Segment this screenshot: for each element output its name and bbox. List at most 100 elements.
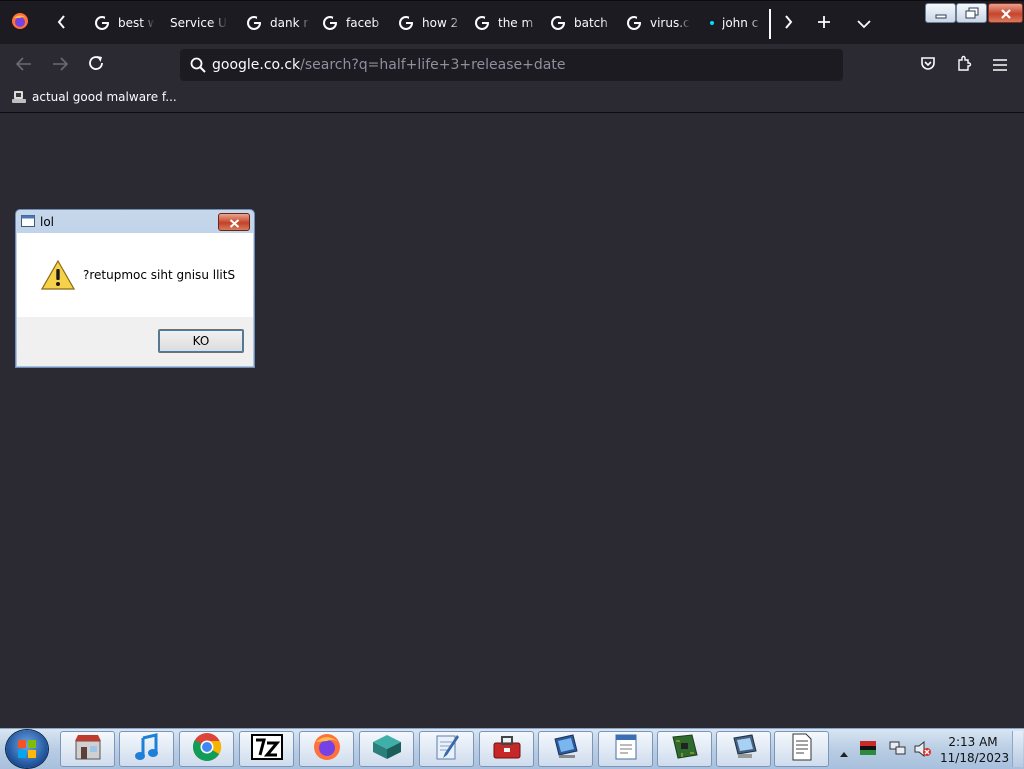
tab-facebook[interactable]: faceb (322, 9, 388, 37)
taskbar-device-manager-app[interactable] (657, 731, 712, 767)
windows-logo-icon (17, 739, 37, 763)
bookmark-item[interactable]: actual good malware f... (12, 90, 177, 104)
taskbar-computer-app[interactable] (538, 731, 593, 767)
search-icon (190, 57, 206, 73)
list-all-tabs-button[interactable] (846, 1, 882, 45)
arrow-right-icon (52, 56, 69, 75)
google-icon (247, 16, 262, 30)
pocket-icon (920, 55, 936, 75)
tab-label: dank r (270, 16, 309, 30)
clock-time: 2:13 AM (948, 735, 998, 749)
google-icon (95, 16, 110, 30)
window-close-button[interactable] (988, 3, 1023, 23)
plus-icon (817, 14, 831, 33)
toolbox-icon (492, 734, 522, 764)
tab-john[interactable]: john c (710, 9, 766, 37)
firefox-icon (11, 12, 29, 34)
computer-icon (551, 733, 581, 765)
wordpad-icon (613, 733, 639, 765)
reload-icon (87, 54, 105, 76)
tab-label: john c (722, 16, 759, 30)
tab-dank[interactable]: dank r (246, 9, 312, 37)
arrow-left-icon (15, 56, 32, 75)
show-desktop-button[interactable] (1012, 731, 1023, 767)
tab-label: the m (498, 16, 534, 30)
taskbar-my-computer-app[interactable] (716, 731, 771, 767)
taskbar-firefox-app[interactable] (299, 731, 354, 767)
taskbar-document-app[interactable] (774, 731, 829, 767)
minimize-icon (935, 4, 947, 23)
chevron-right-icon (782, 14, 794, 33)
forward-button[interactable] (44, 49, 76, 81)
restore-button[interactable] (956, 3, 987, 23)
bookmark-label: actual good malware f... (32, 90, 177, 104)
document-icon (790, 733, 814, 765)
new-tab-button[interactable] (806, 1, 842, 45)
scroll-tabs-left-button[interactable] (44, 1, 80, 45)
taskbar-wordpad-app[interactable] (598, 731, 653, 767)
taskbar-7zip-app[interactable] (239, 731, 294, 767)
url-bar[interactable]: google.co.ck/search?q=half+life+3+releas… (180, 49, 843, 81)
dialog-title: lol (40, 215, 55, 229)
volume-muted-icon[interactable] (914, 740, 932, 761)
bookmark-favicon-icon (12, 90, 26, 104)
store-icon (73, 733, 103, 765)
tab-label: virus.c (650, 16, 690, 30)
app-window-icon (21, 215, 35, 227)
clock-date: 11/18/2023 (940, 751, 1010, 765)
google-icon (323, 16, 338, 30)
tab-best[interactable]: best w (94, 9, 156, 37)
ok-button[interactable]: KO (158, 329, 244, 353)
taskbar: 2:13 AM 11/18/2023 (0, 728, 1024, 769)
music-note-icon (134, 733, 160, 765)
tab-service-unavailable[interactable]: Service Un (170, 9, 230, 37)
tab-virus[interactable]: virus.c (626, 9, 692, 37)
taskbar-toolbox-app[interactable] (479, 731, 534, 767)
flag-icon[interactable] (859, 740, 877, 760)
puzzle-icon (956, 55, 972, 75)
network-icon[interactable] (889, 741, 907, 761)
firefox-icon (312, 732, 342, 766)
google-icon (627, 16, 642, 30)
7zip-icon (250, 734, 283, 764)
circuit-board-icon (670, 733, 700, 765)
loading-dot-icon (710, 21, 714, 25)
scroll-tabs-right-button[interactable] (770, 1, 806, 45)
tab-label: faceb (346, 16, 380, 30)
pocket-button[interactable] (912, 49, 944, 81)
show-hidden-icons-icon[interactable] (839, 743, 849, 762)
chrome-icon (192, 732, 222, 766)
extensions-button[interactable] (948, 49, 980, 81)
taskbar-chrome-app[interactable] (179, 731, 234, 767)
taskbar-network-app[interactable] (359, 731, 414, 767)
start-button[interactable] (6, 730, 48, 768)
google-icon (551, 16, 566, 30)
network-cube-icon (371, 733, 403, 765)
taskbar-notepad-app[interactable] (419, 731, 474, 767)
tab-the-m[interactable]: the m (474, 9, 540, 37)
back-button[interactable] (8, 49, 40, 81)
url-host: google.co.ck (212, 57, 301, 73)
dialog-close-button[interactable] (218, 213, 250, 231)
tab-label: best w (118, 16, 154, 30)
reload-button[interactable] (80, 49, 112, 81)
close-icon (229, 213, 240, 232)
minimize-button[interactable] (925, 3, 956, 23)
notepad-pencil-icon (433, 733, 461, 765)
close-icon (1000, 4, 1012, 23)
google-icon (475, 16, 490, 30)
dialog-message: ?retupmoc siht gnisu llitS (83, 268, 236, 282)
menu-button[interactable] (984, 49, 1016, 81)
clock[interactable]: 2:13 AM 11/18/2023 (940, 734, 1010, 766)
tab-how-2[interactable]: how 2 (398, 9, 464, 37)
taskbar-itunes-app[interactable] (119, 731, 174, 767)
tab-label: batch (574, 16, 608, 30)
bookmarks-toolbar: actual good malware f... (0, 86, 1024, 113)
taskbar-store-app[interactable] (60, 731, 115, 767)
navigation-toolbar: google.co.ck/search?q=half+life+3+releas… (0, 44, 1024, 86)
chevron-down-icon (857, 14, 871, 33)
dialog-titlebar[interactable]: lol (16, 210, 254, 233)
firefox-view-button[interactable] (2, 1, 38, 45)
tab-batch[interactable]: batch (550, 9, 616, 37)
tab-list: best w Service Un dank r faceb how 2 the… (80, 1, 770, 45)
